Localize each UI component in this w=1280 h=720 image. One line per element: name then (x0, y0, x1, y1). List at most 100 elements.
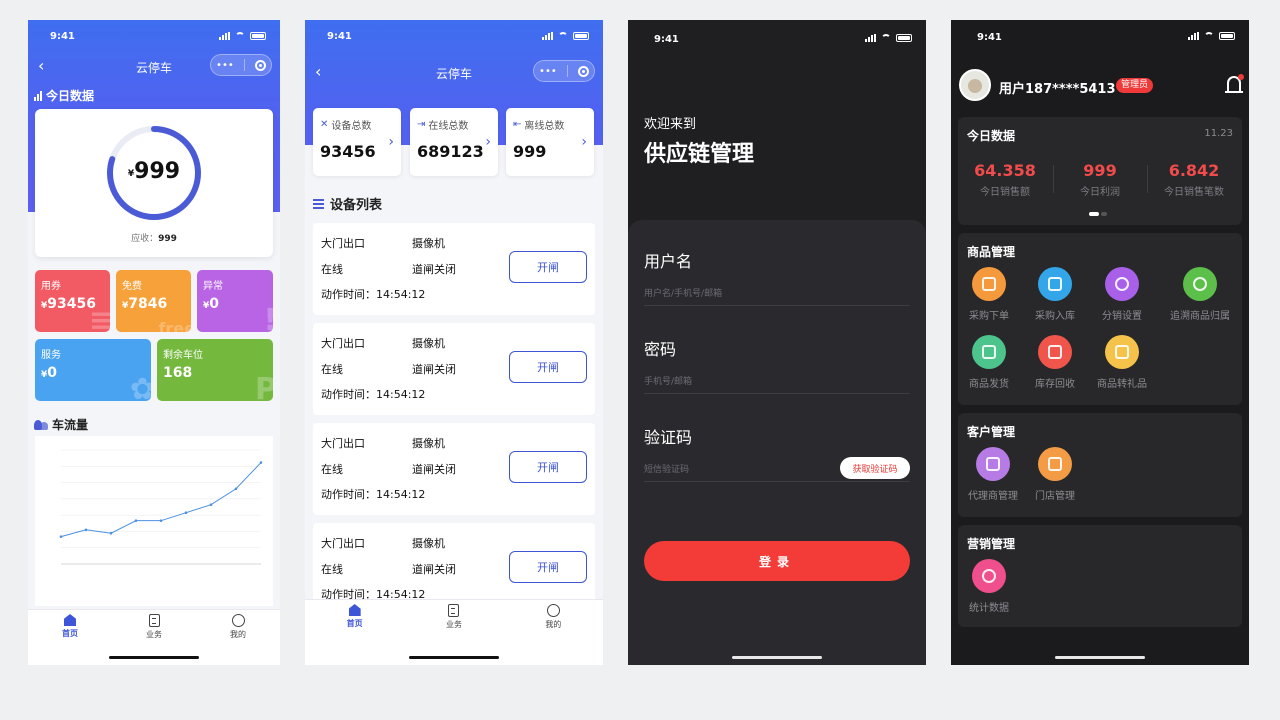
status-time: 9:41 (50, 31, 75, 42)
goods-trace-ownership[interactable]: 追溯商品归属 (1164, 267, 1236, 322)
goods-distribution-settings[interactable]: 分销设置 (1086, 267, 1158, 322)
status-bar: 9:41 (305, 20, 603, 50)
code-label: 验证码 (644, 428, 693, 447)
battery-icon (1219, 32, 1235, 40)
traffic-data-point (59, 535, 63, 538)
settings-icon (1105, 267, 1139, 301)
status-bar: 9:41 (28, 20, 280, 50)
device-card: 大门出口 摄像机 在线 道闸关闭 动作时间：14:54:12 开闸 (313, 323, 595, 415)
magnifier-icon (1183, 267, 1217, 301)
traffic-data-point (109, 531, 113, 535)
phone-parking-dashboard: 9:41 ‹ 云停车 ••• 今日数据 ¥999 应收：999 用券 ¥9345… (28, 20, 280, 665)
wifi-icon (881, 34, 891, 42)
home-indicator (109, 656, 199, 659)
kpi-profit: 999 今日利润 (1080, 161, 1120, 198)
tools-icon: ✕ (320, 119, 329, 130)
role-badge: 管理员 (1116, 78, 1154, 93)
welcome-text: 欢迎来到 (644, 117, 697, 132)
tile-spaces-left[interactable]: 剩余车位 168 P (157, 339, 273, 401)
status-time: 9:41 (654, 34, 679, 45)
signal-icon (542, 32, 553, 40)
list-icon (313, 198, 324, 209)
chevron-right-icon: › (581, 134, 587, 150)
app-title: 供应链管理 (644, 142, 755, 167)
tile-coupon[interactable]: 用券 ¥93456 ≡ (35, 270, 110, 332)
tile-abnormal[interactable]: 异常 ¥0 ! (197, 270, 273, 332)
goods-purchase-inbound[interactable]: 采购入库 (1019, 267, 1091, 322)
traffic-chart-title: 车流量 (34, 416, 88, 433)
chevron-right-icon: › (485, 134, 491, 150)
open-gate-button[interactable]: 开闸 (509, 251, 587, 283)
pie-icon (972, 559, 1006, 593)
ship-icon (972, 335, 1006, 369)
stat-online-devices[interactable]: ⇥ 在线总数 689123 › (410, 108, 498, 176)
username-label: 用户名 (644, 252, 693, 271)
chevron-right-icon: › (388, 134, 394, 150)
kpi-sales: 64.358 今日销售额 (974, 161, 1036, 198)
status-bar: 9:41 (628, 20, 926, 50)
today-data-panel: 今日数据 11.23 64.358 今日销售额 999 今日利润 6.842 今日销售… (958, 117, 1242, 225)
status-time: 9:41 (327, 31, 352, 42)
tab-mine[interactable]: 我的 (208, 614, 268, 665)
battery-icon (573, 32, 589, 40)
avatar[interactable] (959, 69, 991, 101)
more-icon[interactable]: ••• (216, 60, 234, 71)
today-data-title: 今日数据 (34, 87, 94, 104)
receivable-line: 应收：999 (131, 234, 177, 244)
traffic-data-point (234, 487, 238, 491)
marketing-panel: 营销管理 统计数据 (958, 525, 1242, 627)
more-icon[interactable]: ••• (539, 66, 557, 77)
home-indicator (1055, 656, 1145, 659)
clover-icon: ✿ (129, 372, 151, 401)
inbox-icon (1038, 267, 1072, 301)
goods-purchase-order[interactable]: 采购下单 (953, 267, 1025, 322)
wifi-icon (558, 32, 568, 40)
login-icon: ⇥ (417, 119, 426, 130)
phone-supply-home: 9:41 用户187****5413 管理员 今日数据 11.23 64.358… (951, 20, 1249, 665)
login-button[interactable]: 登录 (644, 541, 910, 581)
signal-icon (219, 32, 230, 40)
password-label: 密码 (644, 340, 677, 359)
tab-home[interactable]: 首页 (40, 614, 100, 665)
receivable-value: 999 (158, 234, 177, 244)
wifi-icon (1204, 32, 1214, 40)
bell-icon[interactable] (1225, 74, 1244, 93)
tab-home[interactable]: 首页 (325, 604, 385, 665)
goods-stock-recycle[interactable]: 库存回收 (1019, 335, 1091, 390)
stat-total-devices[interactable]: ✕ 设备总数 93456 › (313, 108, 401, 176)
open-gate-button[interactable]: 开闸 (509, 451, 587, 483)
get-code-button[interactable]: 获取验证码 (840, 457, 910, 479)
date-label: 11.23 (1204, 128, 1233, 139)
close-target-icon[interactable] (254, 59, 266, 71)
traffic-data-point (134, 519, 138, 522)
revenue-value: 999 (134, 159, 181, 184)
people-icon (34, 419, 48, 430)
goods-to-gift[interactable]: 商品转礼品 (1086, 335, 1158, 390)
revenue-card: ¥999 应收：999 (35, 109, 273, 257)
device-list-title: 设备列表 (313, 194, 382, 213)
traffic-data-point (84, 528, 88, 532)
nav-bar: ‹ 云停车 ••• (305, 60, 603, 88)
stat-offline-devices[interactable]: ⇤ 离线总数 999 › (506, 108, 594, 176)
open-gate-button[interactable]: 开闸 (509, 551, 587, 583)
home-indicator (732, 656, 822, 659)
cart-icon (972, 267, 1006, 301)
home-icon (64, 614, 76, 626)
close-target-icon[interactable] (577, 65, 589, 77)
ticket-icon: ≡ (88, 303, 110, 332)
tile-free[interactable]: 免费 ¥7846 free (116, 270, 191, 332)
home-icon (348, 604, 361, 616)
marketing-statistics[interactable]: 统计数据 (953, 559, 1025, 614)
page-dots (1089, 212, 1107, 216)
tab-mine[interactable]: 我的 (523, 604, 583, 665)
free-badge-icon: free (158, 319, 191, 332)
goods-panel: 商品管理 采购下单 采购入库 分销设置 追溯商品归属 商品发货 库存回收 商品转… (958, 233, 1242, 405)
open-gate-button[interactable]: 开闸 (509, 351, 587, 383)
tile-service[interactable]: 服务 ¥0 ✿ (35, 339, 151, 401)
customer-stores[interactable]: 门店管理 (1019, 447, 1091, 502)
username-field[interactable]: 用户名/手机号/邮箱 (644, 286, 910, 306)
device-card: 大门出口 摄像机 在线 道闸关闭 动作时间：14:54:12 开闸 (313, 223, 595, 315)
phone-login: 9:41 欢迎来到 供应链管理 用户名 用户名/手机号/邮箱 密码 手机号/邮箱… (628, 20, 926, 665)
password-field[interactable]: 手机号/邮箱 (644, 374, 910, 394)
goods-shipping[interactable]: 商品发货 (953, 335, 1025, 390)
